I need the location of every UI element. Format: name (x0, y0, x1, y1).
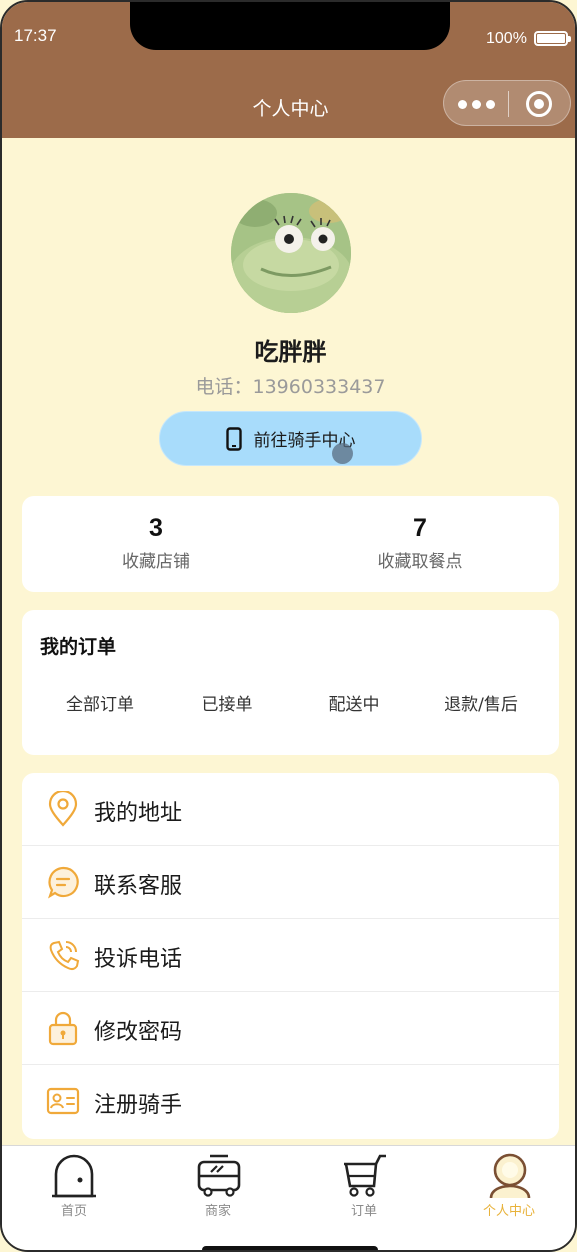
menu-item-contact-support[interactable]: 联系客服 (22, 846, 559, 919)
tab-home[interactable]: 首页 (2, 1146, 146, 1226)
tab-label-orders: 订单 (350, 1204, 377, 1219)
settings-menu-card: 我的地址 联系客服 投诉电话 修改密码 注册骑手 (22, 773, 559, 1139)
battery-icon (534, 31, 571, 46)
menu-label-register-rider: 注册骑手 (94, 1093, 183, 1118)
phone-frame: 17:37 100% 个人中心 吃胖胖 电话：13960333437 前往骑手中… (0, 0, 577, 1252)
location-pin-icon (48, 791, 78, 827)
menu-label-change-password: 修改密码 (94, 1020, 183, 1045)
tab-orders[interactable]: 订单 (292, 1146, 436, 1226)
favorite-stores-stat[interactable]: 3 收藏店铺 (22, 514, 290, 572)
user-phone: 电话：13960333437 (195, 376, 386, 398)
menu-label-complaint-phone: 投诉电话 (94, 947, 183, 972)
touch-indicator (332, 443, 353, 464)
bus-icon (197, 1154, 241, 1197)
battery-percentage: 100% (486, 30, 527, 47)
chat-bubble-icon (48, 866, 79, 899)
order-tab-refund[interactable]: 退款/售后 (414, 690, 548, 715)
avatar[interactable] (231, 193, 351, 313)
tab-label-profile: 个人中心 (482, 1204, 535, 1219)
home-indicator (202, 1246, 378, 1250)
tab-label-home: 首页 (60, 1204, 87, 1219)
id-card-icon (46, 1087, 80, 1115)
frog-avatar-image (231, 193, 351, 313)
favorite-pickup-points-count: 7 (413, 514, 427, 542)
favorite-stores-count: 3 (149, 514, 163, 542)
my-orders-card: 我的订单 全部订单 已接单 配送中 退款/售后 (22, 610, 559, 755)
menu-item-my-address[interactable]: 我的地址 (22, 773, 559, 846)
user-name: 吃胖胖 (254, 338, 327, 366)
menu-label-my-address: 我的地址 (94, 801, 183, 826)
status-time: 17:37 (14, 26, 57, 45)
cart-icon (344, 1154, 386, 1197)
go-to-rider-center-button[interactable]: 前往骑手中心 (159, 411, 422, 466)
lock-icon (48, 1011, 78, 1046)
favorite-pickup-points-stat[interactable]: 7 收藏取餐点 (286, 514, 554, 572)
menu-label-contact-support: 联系客服 (94, 874, 183, 899)
favorite-stores-label: 收藏店铺 (122, 552, 190, 572)
bottom-tab-bar: 首页 商家 订单 个人中心 (2, 1145, 575, 1250)
menu-item-change-password[interactable]: 修改密码 (22, 992, 559, 1065)
favorite-pickup-points-label: 收藏取餐点 (377, 552, 463, 572)
mini-program-capsule (443, 80, 571, 126)
capsule-divider (508, 91, 509, 117)
mobile-phone-icon (225, 426, 242, 451)
tab-label-merchants: 商家 (204, 1204, 231, 1219)
more-options-button[interactable] (458, 95, 496, 113)
order-tab-accepted[interactable]: 已接单 (160, 690, 294, 715)
phone-call-icon (49, 940, 80, 971)
my-orders-title: 我的订单 (40, 636, 117, 658)
favorites-stats-card: 3 收藏店铺 7 收藏取餐点 (22, 496, 559, 592)
top-navigation-bar: 17:37 100% 个人中心 (2, 2, 575, 138)
tab-profile[interactable]: 个人中心 (437, 1146, 575, 1226)
tab-merchants[interactable]: 商家 (146, 1146, 290, 1226)
close-mini-program-button[interactable] (526, 91, 552, 117)
home-icon (52, 1154, 96, 1198)
user-icon (489, 1153, 531, 1198)
menu-item-complaint-phone[interactable]: 投诉电话 (22, 919, 559, 992)
device-notch (130, 2, 450, 50)
order-tab-all[interactable]: 全部订单 (33, 690, 167, 715)
order-tab-delivering[interactable]: 配送中 (287, 690, 421, 715)
menu-item-register-rider[interactable]: 注册骑手 (22, 1065, 559, 1138)
